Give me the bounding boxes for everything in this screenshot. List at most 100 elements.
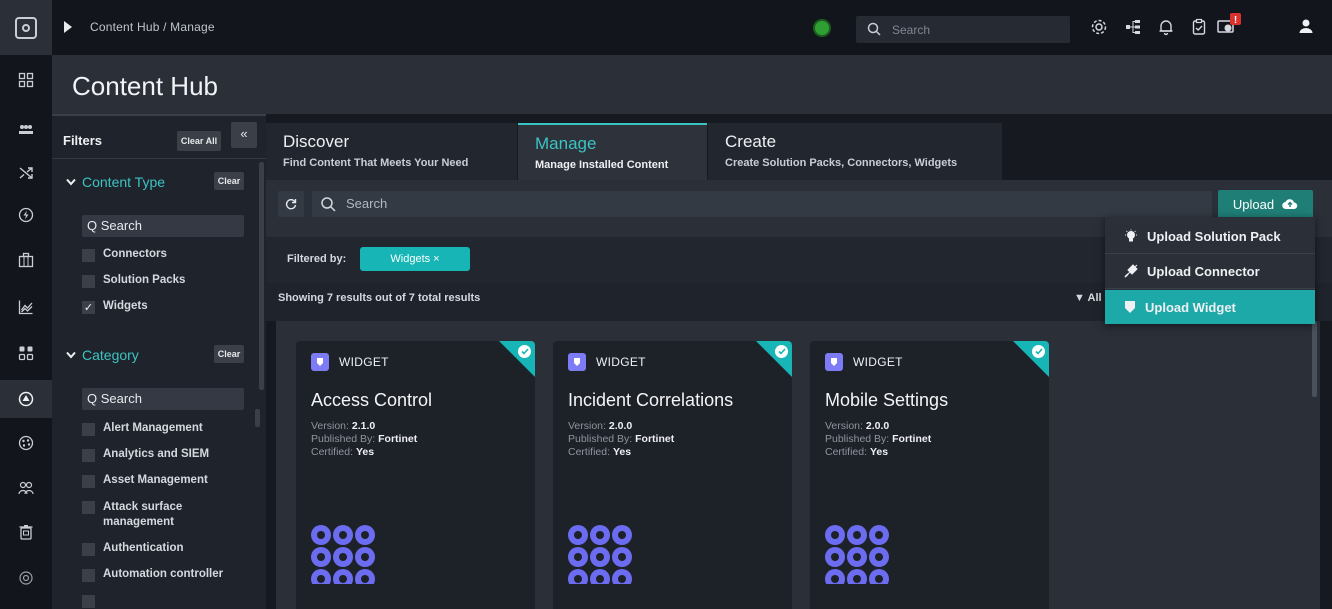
category-section-toggle[interactable]: Category: [66, 347, 139, 363]
nav-people-icon[interactable]: [0, 469, 52, 507]
upload-connector-item[interactable]: Upload Connector: [1105, 254, 1315, 288]
refresh-button[interactable]: [278, 191, 304, 217]
checkbox[interactable]: [82, 449, 95, 462]
nav-widgets-icon[interactable]: [0, 334, 52, 372]
filter-option-analytics-siem[interactable]: Analytics and SIEM: [82, 448, 242, 462]
filter-option-label: Solution Packs: [103, 274, 186, 286]
filter-option-asset-management[interactable]: Asset Management: [82, 474, 242, 488]
content-card-incident-correlations[interactable]: WIDGET Incident Correlations Version: 2.…: [553, 341, 792, 609]
tab-discover[interactable]: Discover Find Content That Meets Your Ne…: [266, 123, 517, 180]
card-version: Version: 2.0.0: [568, 420, 633, 432]
clipboard-check-icon[interactable]: [1190, 18, 1208, 36]
card-type: WIDGET: [596, 355, 646, 369]
check-icon: [1032, 345, 1045, 358]
checkbox[interactable]: [82, 475, 95, 488]
filter-option-more[interactable]: [82, 594, 242, 608]
content-type-section-toggle[interactable]: Content Type: [66, 174, 165, 190]
divider: [1105, 288, 1315, 289]
filter-option-authentication[interactable]: Authentication: [82, 542, 242, 556]
content-search-input[interactable]: Search: [312, 191, 1212, 217]
cards-scrollbar[interactable]: [1312, 321, 1317, 397]
card-publisher: Published By: Fortinet: [825, 433, 932, 445]
search-placeholder: Q Search: [87, 391, 142, 406]
filter-option-automation-controller[interactable]: Automation controller: [82, 568, 242, 582]
checkbox[interactable]: [82, 595, 95, 608]
tab-manage[interactable]: Manage Manage Installed Content: [518, 123, 707, 180]
top-bar: Content Hub / Manage Search !: [0, 0, 1332, 55]
filter-option-connectors[interactable]: Connectors: [82, 248, 242, 262]
content-type-search-input[interactable]: Q Search: [82, 215, 244, 237]
cards-grid: WIDGET Access Control Version: 2.1.0 Pub…: [276, 321, 1320, 609]
status-indicator-icon[interactable]: [815, 21, 829, 35]
checkbox[interactable]: [82, 423, 95, 436]
card-title: Mobile Settings: [825, 390, 949, 410]
nav-palette-icon[interactable]: [0, 424, 52, 462]
widget-shield-icon: [1125, 301, 1135, 313]
content-card-access-control[interactable]: WIDGET Access Control Version: 2.1.0 Pub…: [296, 341, 535, 609]
upload-solution-pack-item[interactable]: Upload Solution Pack: [1105, 219, 1315, 253]
card-version: Version: 2.0.0: [825, 420, 890, 432]
settings-gear-icon[interactable]: [1090, 18, 1108, 36]
category-label: Category: [82, 347, 139, 363]
global-search-input[interactable]: Search: [856, 16, 1070, 43]
category-clear-button[interactable]: Clear: [214, 345, 244, 363]
clear-all-button[interactable]: Clear All: [177, 131, 221, 151]
sort-filter-dropdown[interactable]: ▼ All: [1074, 292, 1102, 304]
nav-dashboard-icon[interactable]: [0, 61, 52, 99]
content-card-mobile-settings[interactable]: WIDGET Mobile Settings Version: 2.0.0 Pu…: [810, 341, 1049, 609]
bell-icon[interactable]: [1157, 18, 1175, 36]
filter-option-attack-surface[interactable]: Attack surface management: [82, 500, 232, 530]
upload-dropdown-menu: Upload Solution Pack Upload Connector Up…: [1105, 217, 1315, 324]
nav-shuffle-icon[interactable]: [0, 154, 52, 192]
checkbox-checked[interactable]: ✓: [82, 301, 95, 314]
menu-item-label: Upload Solution Pack: [1147, 228, 1281, 244]
filter-option-alert-management[interactable]: Alert Management: [82, 422, 242, 436]
logo-icon: [15, 16, 37, 39]
filters-scrollbar[interactable]: [259, 162, 264, 390]
checkbox[interactable]: [82, 501, 95, 514]
card-publisher: Published By: Fortinet: [311, 433, 418, 445]
user-avatar-icon[interactable]: [1298, 18, 1314, 34]
check-icon: [775, 345, 788, 358]
checkbox[interactable]: [82, 543, 95, 556]
filter-option-label: Connectors: [103, 248, 167, 260]
nav-trash-icon[interactable]: [0, 513, 52, 551]
filter-option-solution-packs[interactable]: Solution Packs: [82, 274, 242, 288]
breadcrumb: Content Hub / Manage: [90, 20, 215, 34]
upload-widget-item[interactable]: Upload Widget: [1105, 290, 1315, 324]
nav-analytics-chart-icon[interactable]: [0, 288, 52, 326]
divider: [52, 114, 266, 116]
nav-briefcase-icon[interactable]: [0, 241, 52, 279]
filter-option-label: Alert Management: [103, 422, 203, 434]
installed-corner: [1013, 341, 1049, 377]
nav-users-group-icon[interactable]: [0, 111, 52, 149]
category-scrollbar[interactable]: [255, 409, 260, 427]
widget-type-icon: [568, 353, 586, 371]
installed-corner: [499, 341, 535, 377]
widgets-filter-pill[interactable]: Widgets ×: [360, 247, 470, 271]
collapse-filters-button[interactable]: «: [231, 122, 257, 148]
filter-option-widgets[interactable]: ✓ Widgets: [82, 300, 242, 314]
lightbulb-icon: [1125, 229, 1137, 242]
category-search-input[interactable]: Q Search: [82, 388, 244, 410]
search-placeholder: Search: [892, 23, 931, 37]
nav-bolt-icon[interactable]: [0, 196, 52, 234]
app-logo[interactable]: [0, 0, 52, 55]
upload-button[interactable]: Upload: [1218, 190, 1313, 218]
menu-item-label: Upload Widget: [1145, 299, 1236, 315]
nav-content-hub-icon[interactable]: [0, 380, 52, 418]
nav-at-sign-icon[interactable]: [0, 559, 52, 597]
checkbox[interactable]: [82, 275, 95, 288]
content-type-clear-button[interactable]: Clear: [214, 172, 244, 190]
checkbox[interactable]: [82, 249, 95, 262]
system-alert-icon[interactable]: !: [1217, 13, 1243, 37]
tab-subtitle: Find Content That Meets Your Need: [283, 157, 469, 169]
search-placeholder: Q Search: [87, 218, 142, 233]
checkbox[interactable]: [82, 569, 95, 582]
expand-nav-icon[interactable]: [64, 21, 72, 33]
tab-create[interactable]: Create Create Solution Packs, Connectors…: [708, 123, 1002, 180]
workflow-icon[interactable]: [1124, 18, 1142, 36]
tab-bar: Discover Find Content That Meets Your Ne…: [266, 114, 1332, 180]
card-title: Incident Correlations: [568, 390, 734, 410]
tab-subtitle: Create Solution Packs, Connectors, Widge…: [725, 157, 958, 169]
